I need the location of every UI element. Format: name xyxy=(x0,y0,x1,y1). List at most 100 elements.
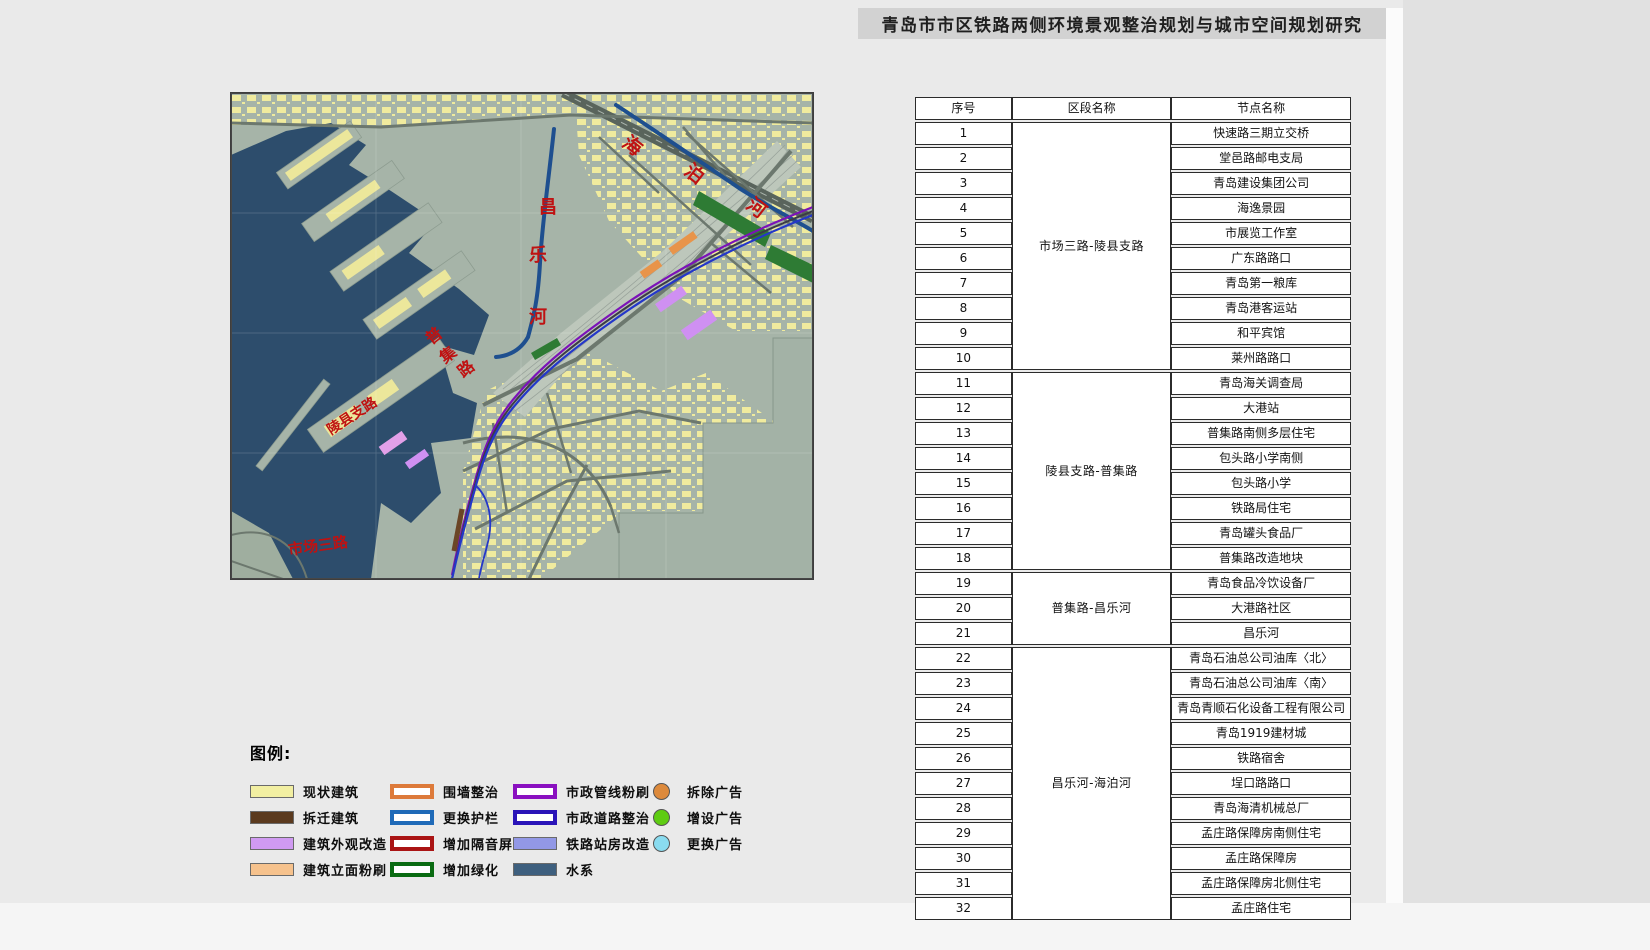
legend-item: 市政道路整治 xyxy=(513,804,652,830)
map-label-he2: 河 xyxy=(529,307,547,328)
legend-item: 拆除广告 xyxy=(652,778,743,804)
cell-section: 昌乐河-海泊河 xyxy=(1012,647,1171,920)
cell-node: 青岛罐头食品厂 xyxy=(1171,522,1351,545)
cell-no: 28 xyxy=(915,797,1012,820)
cell-no: 21 xyxy=(915,622,1012,645)
legend-label: 增设广告 xyxy=(687,808,743,827)
title-band: 青岛市市区铁路两侧环境景观整治规划与城市空间规划研究 xyxy=(858,8,1386,39)
legend-label: 建筑外观改造 xyxy=(303,834,387,853)
cell-node: 青岛1919建材城 xyxy=(1171,722,1351,745)
cell-node: 孟庄路保障房 xyxy=(1171,847,1351,870)
cell-no: 8 xyxy=(915,297,1012,320)
fill-swatch-icon xyxy=(513,837,557,850)
cell-node: 包头路小学南侧 xyxy=(1171,447,1351,470)
legend-title: 图例: xyxy=(250,740,743,764)
cell-node: 堂邑路邮电支局 xyxy=(1171,147,1351,170)
map-label-chang: 昌 xyxy=(539,197,557,218)
cell-no: 1 xyxy=(915,122,1012,145)
legend-item: 增设广告 xyxy=(652,804,743,830)
cell-no: 7 xyxy=(915,272,1012,295)
header-node: 节点名称 xyxy=(1171,97,1351,120)
header-no: 序号 xyxy=(915,97,1012,120)
legend-label: 增加绿化 xyxy=(443,860,499,879)
legend-item: 增加隔音屏 xyxy=(390,830,513,856)
cell-node: 青岛石油总公司油库〈南〉 xyxy=(1171,672,1351,695)
cell-node: 普集路南侧多层住宅 xyxy=(1171,422,1351,445)
cell-no: 2 xyxy=(915,147,1012,170)
cell-node: 青岛港客运站 xyxy=(1171,297,1351,320)
cell-no: 20 xyxy=(915,597,1012,620)
cell-no: 6 xyxy=(915,247,1012,270)
table-row: 19普集路-昌乐河青岛食品冷饮设备厂 xyxy=(915,572,1351,595)
cell-no: 29 xyxy=(915,822,1012,845)
legend-label: 建筑立面粉刷 xyxy=(303,860,387,879)
legend-label: 更换护栏 xyxy=(443,808,499,827)
cell-no: 30 xyxy=(915,847,1012,870)
cell-node: 昌乐河 xyxy=(1171,622,1351,645)
cell-section: 普集路-昌乐河 xyxy=(1012,572,1171,645)
cell-no: 4 xyxy=(915,197,1012,220)
legend-item: 建筑外观改造 xyxy=(250,830,390,856)
cell-node: 海逸景园 xyxy=(1171,197,1351,220)
cell-no: 15 xyxy=(915,472,1012,495)
fill-swatch-icon xyxy=(250,837,294,850)
cell-no: 13 xyxy=(915,422,1012,445)
cell-node: 孟庄路保障房北侧住宅 xyxy=(1171,872,1351,895)
cell-no: 26 xyxy=(915,747,1012,770)
cell-node: 铁路局住宅 xyxy=(1171,497,1351,520)
cell-node: 青岛食品冷饮设备厂 xyxy=(1171,572,1351,595)
legend-item: 现状建筑 xyxy=(250,778,390,804)
page-title: 青岛市市区铁路两侧环境景观整治规划与城市空间规划研究 xyxy=(882,11,1363,36)
legend-label: 拆除广告 xyxy=(687,782,743,801)
map-label-le: 乐 xyxy=(529,245,547,266)
cell-no: 27 xyxy=(915,772,1012,795)
cell-no: 9 xyxy=(915,322,1012,345)
fill-swatch-icon xyxy=(250,785,294,798)
cell-no: 11 xyxy=(915,372,1012,395)
cell-node: 青岛石油总公司油库〈北〉 xyxy=(1171,647,1351,670)
cell-no: 12 xyxy=(915,397,1012,420)
cell-node: 大港路社区 xyxy=(1171,597,1351,620)
cell-no: 22 xyxy=(915,647,1012,670)
legend-label: 铁路站房改造 xyxy=(566,834,650,853)
cell-node: 青岛海关调查局 xyxy=(1171,372,1351,395)
cell-node: 青岛青顺石化设备工程有限公司 xyxy=(1171,697,1351,720)
outline-swatch-icon xyxy=(390,836,434,851)
cell-node: 孟庄路保障房南侧住宅 xyxy=(1171,822,1351,845)
circle-swatch-icon xyxy=(653,783,670,800)
cell-node: 广东路路口 xyxy=(1171,247,1351,270)
cell-no: 16 xyxy=(915,497,1012,520)
report-page: 青岛市市区铁路两侧环境景观整治规划与城市空间规划研究 xyxy=(0,0,1650,950)
legend-label: 市政道路整治 xyxy=(566,808,650,827)
cell-node: 大港站 xyxy=(1171,397,1351,420)
legend-column: 拆除广告增设广告更换广告 xyxy=(652,778,743,882)
cell-no: 23 xyxy=(915,672,1012,695)
cell-no: 24 xyxy=(915,697,1012,720)
table-row: 11陵县支路-普集路青岛海关调查局 xyxy=(915,372,1351,395)
legend-item: 增加绿化 xyxy=(390,856,513,882)
cell-no: 32 xyxy=(915,897,1012,920)
legend-label: 水系 xyxy=(566,860,594,879)
cell-no: 5 xyxy=(915,222,1012,245)
outline-swatch-icon xyxy=(513,810,557,825)
cell-no: 18 xyxy=(915,547,1012,570)
cell-no: 10 xyxy=(915,347,1012,370)
table-row: 22昌乐河-海泊河青岛石油总公司油库〈北〉 xyxy=(915,647,1351,670)
legend-item: 更换护栏 xyxy=(390,804,513,830)
legend-label: 现状建筑 xyxy=(303,782,359,801)
legend-item: 水系 xyxy=(513,856,652,882)
node-table: 序号 区段名称 节点名称 1市场三路-陵县支路快速路三期立交桥2堂邑路邮电支局3… xyxy=(915,95,1351,922)
cell-node: 快速路三期立交桥 xyxy=(1171,122,1351,145)
cell-node: 青岛海清机械总厂 xyxy=(1171,797,1351,820)
table-header-row: 序号 区段名称 节点名称 xyxy=(915,97,1351,120)
legend-label: 增加隔音屏 xyxy=(443,834,513,853)
circle-swatch-icon xyxy=(653,809,670,826)
cell-node: 和平宾馆 xyxy=(1171,322,1351,345)
legend-item: 围墙整治 xyxy=(390,778,513,804)
legend-item: 铁路站房改造 xyxy=(513,830,652,856)
cell-no: 31 xyxy=(915,872,1012,895)
legend-column: 市政管线粉刷市政道路整治铁路站房改造水系 xyxy=(513,778,652,882)
legend-label: 围墙整治 xyxy=(443,782,499,801)
legend: 图例: 现状建筑拆迁建筑建筑外观改造建筑立面粉刷围墙整治更换护栏增加隔音屏增加绿… xyxy=(250,740,743,882)
cell-no: 25 xyxy=(915,722,1012,745)
